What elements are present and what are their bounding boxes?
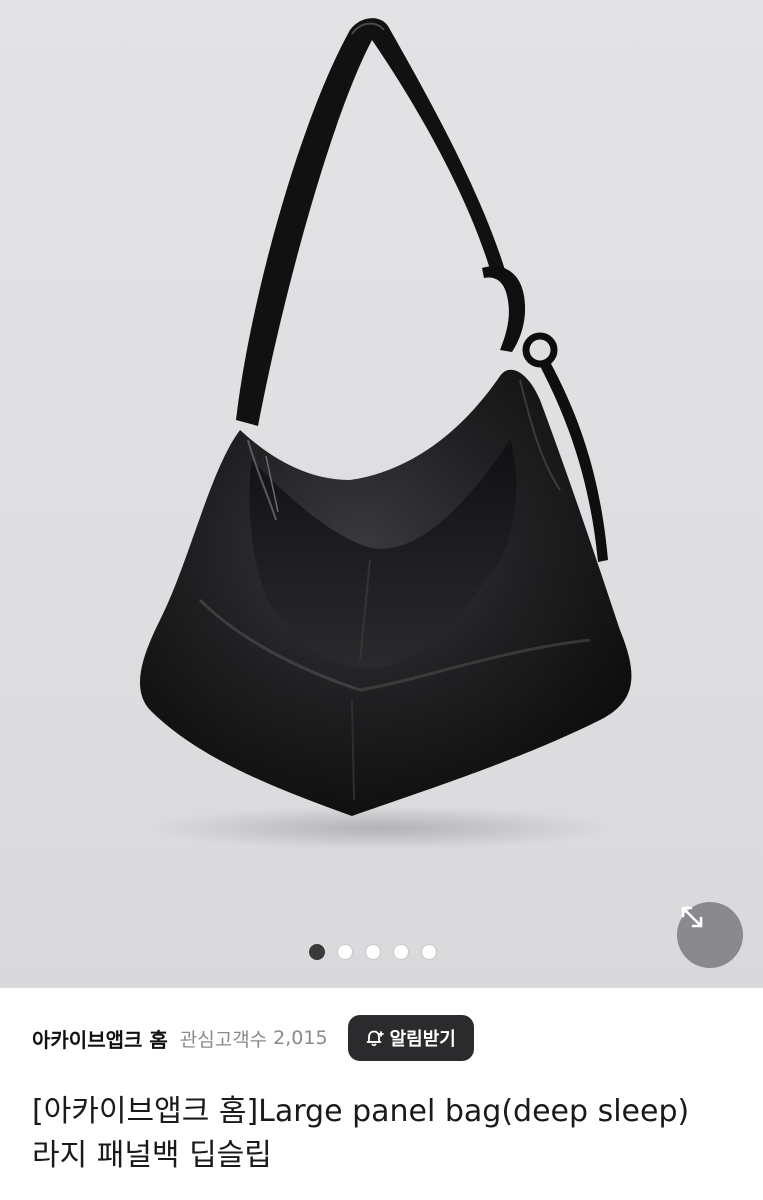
bell-plus-icon — [366, 1030, 384, 1047]
product-title-line-1: [아카이브앱크 홈]Large panel bag(deep sleep) — [32, 1094, 690, 1129]
product-image — [139, 18, 632, 850]
product-image-gallery[interactable] — [0, 0, 763, 988]
carousel-dot[interactable] — [365, 944, 381, 960]
expand-arrows-icon — [681, 906, 703, 928]
interest-count: 2,015 — [273, 1027, 328, 1049]
store-name-link[interactable]: 아카이브앱크 홈 — [32, 1024, 168, 1053]
product-title: [아카이브앱크 홈]Large panel bag(deep sleep) 라지… — [32, 1090, 742, 1178]
expand-image-button[interactable] — [677, 902, 743, 968]
store-info-row: 아카이브앱크 홈 관심고객수 2,015 알림받기 — [32, 1012, 732, 1064]
interest-label: 관심고객수 — [179, 1028, 268, 1051]
product-title-line-2: 라지 패널백 딥슬립 — [32, 1138, 272, 1173]
carousel-dot[interactable] — [421, 944, 437, 960]
carousel-dot[interactable] — [393, 944, 409, 960]
carousel-dot[interactable] — [309, 944, 325, 960]
notify-button[interactable]: 알림받기 — [347, 1015, 474, 1061]
carousel-dot[interactable] — [337, 944, 353, 960]
notify-button-label: 알림받기 — [389, 1029, 456, 1050]
carousel-indicator — [309, 942, 437, 962]
